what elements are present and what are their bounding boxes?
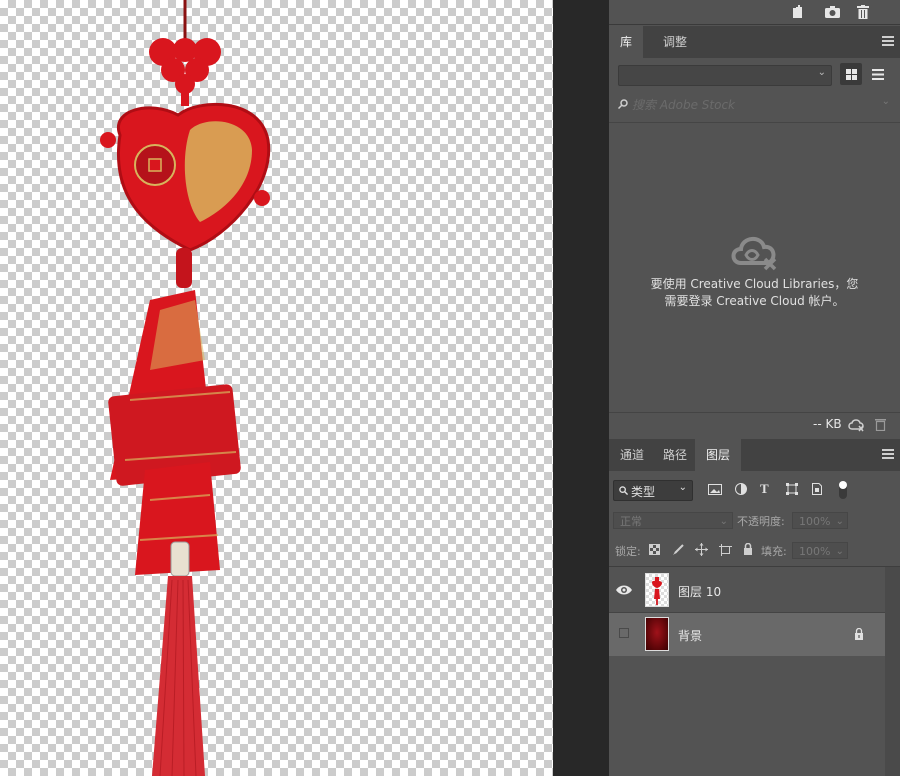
chevron-down-icon: ⌄ bbox=[835, 516, 844, 527]
library-footer: -- KB bbox=[609, 412, 900, 437]
panel-menu-icon[interactable] bbox=[882, 36, 894, 46]
tab-channels[interactable]: 通道 bbox=[609, 439, 655, 471]
opacity-label: 不透明度: bbox=[737, 515, 785, 528]
list-view-button[interactable] bbox=[867, 63, 889, 85]
trash-icon[interactable] bbox=[875, 418, 886, 431]
stock-search[interactable]: 搜索 Adobe Stock ⌄ bbox=[618, 95, 890, 113]
fill-label: 填充: bbox=[761, 545, 787, 558]
cc-sync-icon[interactable] bbox=[848, 418, 864, 432]
eye-icon[interactable] bbox=[615, 582, 633, 598]
opacity-input[interactable]: 100% ⌄ bbox=[792, 512, 848, 529]
library-login-message: 要使用 Creative Cloud Libraries，您 需要登录 Crea… bbox=[609, 276, 900, 310]
layer-row[interactable]: 图层 10 bbox=[609, 569, 885, 613]
lock-artboard-icon[interactable] bbox=[719, 544, 732, 556]
grid-icon bbox=[845, 68, 857, 80]
grid-view-button[interactable] bbox=[840, 63, 862, 85]
chevron-down-icon: ⌄ bbox=[817, 67, 826, 78]
pixel-layer-filter-icon[interactable] bbox=[708, 484, 722, 495]
layer-name[interactable]: 背景 bbox=[678, 627, 702, 644]
lock-position-icon[interactable] bbox=[695, 543, 708, 556]
lock-fill-row: 锁定: 填充: 100% ⌄ bbox=[609, 538, 900, 564]
search-placeholder: 搜索 Adobe Stock bbox=[632, 98, 736, 112]
shape-layer-filter-icon[interactable] bbox=[786, 483, 798, 495]
layer-name[interactable]: 图层 10 bbox=[678, 583, 721, 600]
divider bbox=[609, 566, 900, 567]
filter-toggle[interactable] bbox=[839, 481, 847, 499]
type-layer-filter-icon[interactable]: T bbox=[760, 481, 769, 497]
chinese-knot-ornament-image bbox=[100, 0, 271, 776]
panel-menu-icon[interactable] bbox=[882, 449, 894, 459]
right-panel-dock: 库 调整 ⌄ 搜索 Adobe Stock ⌄ 要使用 Creative Clo… bbox=[609, 0, 900, 776]
layers-filter-bar: 类型 ⌄ T bbox=[609, 475, 900, 505]
smart-object-filter-icon[interactable] bbox=[812, 483, 822, 495]
layer-row-selected[interactable]: 背景 bbox=[609, 613, 885, 656]
layers-tab-bar: 通道 路径 图层 bbox=[609, 439, 900, 471]
library-dropdown[interactable]: ⌄ bbox=[618, 65, 832, 86]
trash-icon[interactable] bbox=[854, 3, 872, 21]
blend-mode-dropdown[interactable]: 正常 ⌄ bbox=[613, 512, 733, 529]
camera-icon[interactable] bbox=[823, 3, 841, 21]
layer-thumbnail bbox=[645, 617, 669, 651]
chevron-down-icon: ⌄ bbox=[678, 482, 687, 493]
lock-all-icon[interactable] bbox=[743, 543, 753, 555]
tab-layers[interactable]: 图层 bbox=[695, 439, 742, 471]
search-icon bbox=[619, 486, 628, 495]
fill-value: 100% bbox=[799, 545, 831, 558]
message-line-2: 需要登录 Creative Cloud 帐户。 bbox=[664, 294, 845, 308]
tab-paths[interactable]: 路径 bbox=[652, 439, 698, 471]
tab-library[interactable]: 库 bbox=[609, 26, 644, 58]
library-tab-bar: 库 调整 bbox=[609, 26, 900, 58]
tab-adjustments[interactable]: 调整 bbox=[652, 26, 698, 58]
panel-top-bar bbox=[609, 0, 900, 25]
layer-thumbnail bbox=[645, 573, 669, 607]
library-size: -- KB bbox=[813, 417, 842, 431]
filter-toggle-knob bbox=[839, 481, 847, 489]
chevron-down-icon: ⌄ bbox=[835, 546, 844, 557]
lock-image-pixels-icon[interactable] bbox=[672, 544, 684, 556]
lock-label: 锁定: bbox=[615, 545, 641, 558]
creative-cloud-offline-icon bbox=[731, 237, 777, 271]
fill-input[interactable]: 100% ⌄ bbox=[792, 542, 848, 559]
panel-dock-gutter bbox=[553, 0, 609, 776]
layers-scrollbar[interactable] bbox=[885, 567, 900, 776]
lock-icon bbox=[855, 628, 863, 640]
layer-filter-dropdown[interactable]: 类型 ⌄ bbox=[613, 480, 693, 501]
search-icon bbox=[618, 99, 628, 109]
filter-label: 类型 bbox=[631, 485, 656, 499]
library-content bbox=[609, 122, 900, 411]
blend-mode-value: 正常 bbox=[620, 515, 642, 528]
lock-transparent-pixels-icon[interactable] bbox=[649, 544, 660, 555]
opacity-value: 100% bbox=[799, 515, 831, 528]
document-canvas[interactable] bbox=[0, 0, 553, 776]
blend-opacity-row: 正常 ⌄ 不透明度: 100% ⌄ bbox=[609, 508, 900, 534]
chevron-down-icon: ⌄ bbox=[881, 96, 890, 107]
chevron-down-icon: ⌄ bbox=[719, 516, 728, 527]
ornament-thumbnail-image bbox=[652, 577, 662, 605]
message-line-1: 要使用 Creative Cloud Libraries，您 bbox=[650, 277, 859, 291]
visibility-toggle-off[interactable] bbox=[619, 628, 629, 638]
adjustment-layer-filter-icon[interactable] bbox=[735, 483, 747, 495]
new-document-icon[interactable] bbox=[790, 3, 808, 21]
list-icon bbox=[872, 68, 884, 80]
